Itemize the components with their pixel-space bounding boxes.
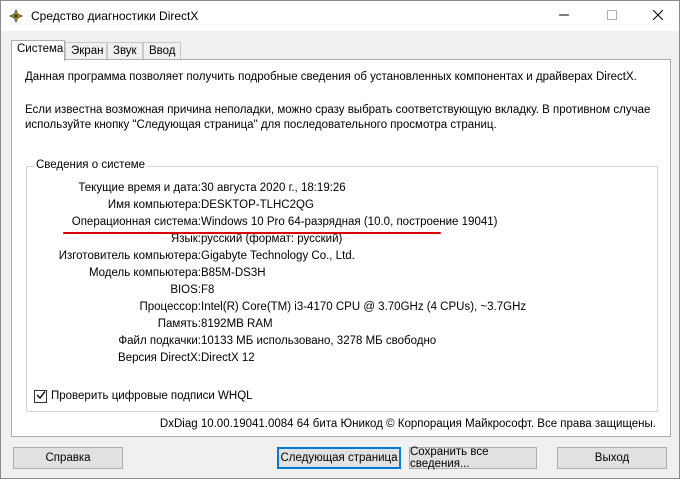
tab-sound[interactable]: Звук <box>107 42 143 60</box>
system-tab-panel: Данная программа позволяет получить подр… <box>11 59 671 437</box>
info-row-manufacturer: Изготовитель компьютера: Gigabyte Techno… <box>27 250 647 266</box>
help-button-label: Справка <box>45 452 91 464</box>
close-icon <box>652 9 664 23</box>
group-title: Сведения о системе <box>34 159 148 171</box>
directx-icon <box>9 9 23 23</box>
info-row-os: Операционная система: Windows 10 Pro 64-… <box>27 216 647 232</box>
tab-display[interactable]: Экран <box>65 42 107 60</box>
info-value: F8 <box>201 284 215 296</box>
info-value: 8192MB RAM <box>201 318 273 330</box>
checkmark-icon <box>36 390 46 403</box>
system-info-group: Сведения о системе Текущие время и дата:… <box>26 159 658 412</box>
next-page-button-label: Следующая страница <box>280 452 398 464</box>
copyright-text: DxDiag 10.00.19041.0084 64 бита Юникод ©… <box>159 418 656 430</box>
info-row-pagefile: Файл подкачки: 10133 МБ использовано, 32… <box>27 335 647 351</box>
dxdiag-window: Средство диагностики DirectX Система Экр… <box>0 0 680 479</box>
minimize-icon <box>559 10 569 23</box>
info-label: Процессор: <box>139 301 201 313</box>
maximize-icon <box>607 9 617 23</box>
info-label: Имя компьютера: <box>107 199 201 211</box>
info-row-memory: Память: 8192MB RAM <box>27 318 647 334</box>
info-label: Операционная система: <box>71 216 201 228</box>
info-label: BIOS: <box>170 284 201 296</box>
info-value: русский (формат: русский) <box>201 233 343 245</box>
info-label: Текущие время и дата: <box>78 182 201 194</box>
hint-text: Если известна возможная причина неполадк… <box>25 104 651 131</box>
info-row-model: Модель компьютера: B85M-DS3H <box>27 267 647 283</box>
whql-checkbox-label[interactable]: Проверить цифровые подписи WHQL <box>51 390 253 402</box>
info-row-directx: Версия DirectX: DirectX 12 <box>27 352 647 368</box>
tab-system[interactable]: Система <box>11 40 65 61</box>
os-highlight-underline <box>63 232 441 234</box>
info-value: Windows 10 Pro 64-разрядная (10.0, постр… <box>201 216 498 228</box>
info-value: DESKTOP-TLHC2QG <box>201 199 314 211</box>
info-value: Gigabyte Technology Co., Ltd. <box>201 250 355 262</box>
maximize-button[interactable] <box>589 1 635 31</box>
window-title: Средство диагностики DirectX <box>31 9 199 23</box>
whql-checkbox[interactable]: Проверить цифровые подписи WHQL <box>34 388 253 404</box>
info-label: Память: <box>157 318 201 330</box>
intro-text: Данная программа позволяет получить подр… <box>25 71 637 83</box>
save-all-button-label: Сохранить все сведения... <box>410 446 489 470</box>
minimize-button[interactable] <box>541 1 587 31</box>
checkbox-box[interactable] <box>34 389 47 403</box>
exit-button[interactable]: Выход <box>557 447 667 469</box>
info-row-processor: Процессор: Intel(R) Core(TM) i3-4170 CPU… <box>27 301 647 317</box>
title-bar: Средство диагностики DirectX <box>1 1 679 31</box>
info-label: Файл подкачки: <box>118 335 201 347</box>
info-value: B85M-DS3H <box>201 267 266 279</box>
next-page-button[interactable]: Следующая страница <box>277 447 401 469</box>
help-button[interactable]: Справка <box>13 447 123 469</box>
info-label: Язык: <box>170 233 201 245</box>
info-row-datetime: Текущие время и дата: 30 августа 2020 г.… <box>27 182 647 198</box>
info-value: 30 августа 2020 г., 18:19:26 <box>201 182 346 194</box>
info-value: DirectX 12 <box>201 352 255 364</box>
info-row-computer-name: Имя компьютера: DESKTOP-TLHC2QG <box>27 199 647 215</box>
info-row-bios: BIOS: F8 <box>27 284 647 300</box>
info-label: Версия DirectX: <box>118 352 201 364</box>
info-row-language: Язык: русский (формат: русский) <box>27 233 647 249</box>
info-label: Модель компьютера: <box>88 267 201 279</box>
info-value: 10133 МБ использовано, 3278 МБ свободно <box>201 335 437 347</box>
save-all-button[interactable]: Сохранить все сведения... <box>409 446 537 470</box>
tab-input[interactable]: Ввод <box>143 42 181 60</box>
info-value: Intel(R) Core(TM) i3-4170 CPU @ 3.70GHz … <box>201 301 527 313</box>
close-button[interactable] <box>635 1 680 31</box>
exit-button-label: Выход <box>594 452 630 464</box>
info-label: Изготовитель компьютера: <box>58 250 201 262</box>
